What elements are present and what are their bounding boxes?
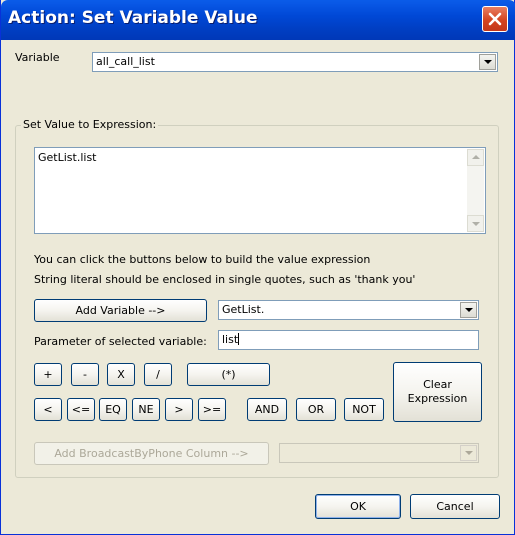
window-title: Action: Set Variable Value (8, 8, 258, 28)
add-variable-dropdown-value: GetList. (222, 303, 265, 316)
expression-textarea[interactable]: GetList.list (34, 147, 486, 234)
parentheses-button[interactable]: (*) (187, 363, 270, 386)
parameter-input-value: list (222, 333, 239, 346)
greater-equal-button[interactable]: >= (198, 398, 226, 421)
expression-text: GetList.list (38, 151, 97, 164)
scroll-down-icon[interactable] (467, 215, 484, 232)
multiply-button[interactable]: X (107, 363, 135, 386)
parameter-label: Parameter of selected variable: (34, 335, 207, 348)
minus-button[interactable]: - (71, 363, 99, 386)
add-variable-dropdown[interactable]: GetList. (218, 300, 479, 320)
chevron-down-icon[interactable] (460, 445, 477, 461)
dialog-window: Action: Set Variable Value Variable all_… (0, 0, 515, 535)
close-icon (488, 12, 502, 26)
variable-dropdown[interactable]: all_call_list (92, 52, 498, 72)
less-equal-button[interactable]: <= (67, 398, 95, 421)
not-button[interactable]: NOT (344, 398, 384, 421)
add-broadcast-column-button[interactable]: Add BroadcastByPhone Column --> (34, 442, 269, 465)
parameter-input-value-wrap: list (222, 333, 240, 346)
plus-button[interactable]: + (34, 363, 62, 386)
divide-button[interactable]: / (144, 363, 172, 386)
chevron-down-icon[interactable] (479, 54, 496, 70)
hint-line-2: String literal should be enclosed in sin… (34, 273, 416, 286)
add-variable-button[interactable]: Add Variable --> (34, 299, 207, 322)
variable-dropdown-value: all_call_list (96, 55, 155, 68)
and-button[interactable]: AND (247, 398, 287, 421)
clear-expression-button[interactable]: Clear Expression (393, 362, 482, 422)
hint-line-1: You can click the buttons below to build… (34, 253, 371, 266)
expression-scrollbar[interactable] (467, 149, 484, 232)
equal-button[interactable]: EQ (99, 398, 127, 421)
chevron-down-icon[interactable] (460, 302, 477, 318)
parameter-input[interactable]: list (218, 330, 479, 350)
greater-than-button[interactable]: > (165, 398, 193, 421)
title-bar[interactable]: Action: Set Variable Value (1, 0, 515, 40)
scroll-up-icon[interactable] (467, 149, 484, 166)
close-button[interactable] (482, 6, 508, 32)
expression-group-legend: Set Value to Expression: (21, 118, 159, 131)
cancel-button[interactable]: Cancel (410, 494, 500, 519)
less-than-button[interactable]: < (34, 398, 62, 421)
or-button[interactable]: OR (296, 398, 336, 421)
not-equal-button[interactable]: NE (132, 398, 160, 421)
text-caret (238, 333, 240, 345)
variable-label: Variable (15, 51, 60, 64)
broadcast-column-dropdown[interactable] (279, 443, 479, 463)
ok-button[interactable]: OK (315, 494, 401, 519)
